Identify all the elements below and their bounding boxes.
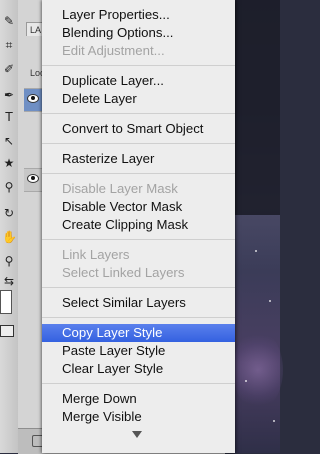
- menu-item-rasterize-layer[interactable]: Rasterize Layer: [42, 150, 235, 168]
- pen-tool-icon[interactable]: ✒: [2, 88, 16, 102]
- menu-separator: [42, 383, 235, 384]
- path-selection-tool-icon[interactable]: ↖: [2, 134, 16, 148]
- menu-separator: [42, 113, 235, 114]
- crop-tool-icon[interactable]: ⌗: [2, 38, 16, 52]
- menu-item-blending-options[interactable]: Blending Options...: [42, 24, 235, 42]
- star: [273, 420, 275, 422]
- notes-tool-icon[interactable]: ⚲: [2, 180, 16, 194]
- menu-item-paste-layer-style[interactable]: Paste Layer Style: [42, 342, 235, 360]
- toolbox: ✎ ⌗ ✐ ✒ T ↖ ★ ⚲ ↻ ✋ ⚲ ⇆: [0, 0, 19, 453]
- menu-item-select-similar-layers[interactable]: Select Similar Layers: [42, 294, 235, 312]
- star: [245, 380, 247, 382]
- star: [255, 250, 257, 252]
- menu-item-merge-visible[interactable]: Merge Visible: [42, 408, 235, 426]
- brush-tool-icon[interactable]: ✐: [2, 62, 16, 76]
- menu-item-create-clipping-mask[interactable]: Create Clipping Mask: [42, 216, 235, 234]
- menu-separator: [42, 143, 235, 144]
- type-tool-icon[interactable]: T: [2, 110, 16, 124]
- menu-item-merge-down[interactable]: Merge Down: [42, 390, 235, 408]
- menu-item-copy-layer-style[interactable]: Copy Layer Style: [42, 324, 235, 342]
- color-swatch[interactable]: [0, 290, 12, 314]
- menu-item-disable-layer-mask: Disable Layer Mask: [62, 181, 178, 196]
- hand-tool-icon[interactable]: ✋: [2, 230, 17, 244]
- swap-colors-icon[interactable]: ⇆: [2, 274, 16, 288]
- menu-item-link-layers: Link Layers: [62, 247, 130, 262]
- zoom-tool-icon[interactable]: ⚲: [2, 254, 16, 268]
- menu-separator: [42, 287, 235, 288]
- menu-item-duplicate-layer[interactable]: Duplicate Layer...: [42, 72, 235, 90]
- menu-item-edit-adjustment: Edit Adjustment...: [62, 43, 165, 58]
- quick-mask-mode-icon[interactable]: [0, 325, 14, 337]
- menu-item-select-linked-layers: Select Linked Layers: [62, 265, 185, 280]
- menu-item-convert-to-smart-object[interactable]: Convert to Smart Object: [42, 120, 235, 138]
- eye-icon[interactable]: [27, 94, 39, 103]
- star: [269, 300, 271, 302]
- menu-item-disable-vector-mask[interactable]: Disable Vector Mask: [42, 198, 235, 216]
- menu-separator: [42, 239, 235, 240]
- menu-separator: [42, 65, 235, 66]
- shape-tool-icon[interactable]: ★: [2, 156, 16, 170]
- menu-item-layer-properties[interactable]: Layer Properties...: [42, 6, 235, 24]
- menu-item-clear-layer-style[interactable]: Clear Layer Style: [42, 360, 235, 378]
- menu-separator: [42, 173, 235, 174]
- nebula-graphic: [233, 330, 283, 410]
- menu-separator: [42, 317, 235, 318]
- layer-context-menu: Layer Properties... Blending Options... Ed…: [42, 0, 235, 453]
- lasso-tool-icon[interactable]: ✎: [2, 14, 16, 28]
- chevron-down-icon[interactable]: [132, 431, 142, 438]
- 3d-rotate-tool-icon[interactable]: ↻: [2, 206, 16, 220]
- eye-icon[interactable]: [27, 174, 39, 183]
- menu-item-delete-layer[interactable]: Delete Layer: [42, 90, 235, 108]
